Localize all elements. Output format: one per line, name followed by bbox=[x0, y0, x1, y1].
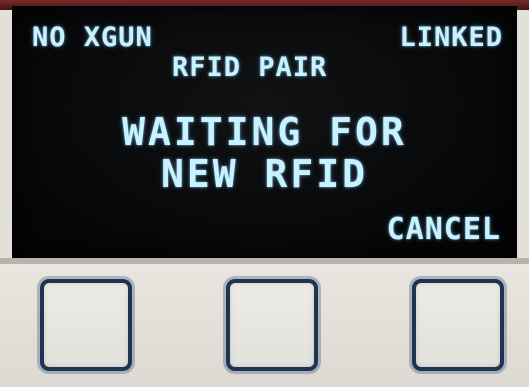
softkey-right-cancel-button[interactable] bbox=[412, 279, 504, 371]
cancel-softkey-label[interactable]: CANCEL bbox=[387, 212, 501, 247]
status-linked: LINKED bbox=[399, 22, 503, 53]
status-xgun: NO XGUN bbox=[32, 22, 153, 53]
keypad bbox=[0, 264, 529, 387]
oled-display: NO XGUN LINKED RFID PAIR WAITING FOR NEW… bbox=[12, 6, 517, 258]
softkey-center-button[interactable] bbox=[226, 279, 318, 371]
message-line-1: WAITING FOR bbox=[122, 110, 407, 154]
mode-title: RFID PAIR bbox=[172, 52, 328, 83]
device-panel: NO XGUN LINKED RFID PAIR WAITING FOR NEW… bbox=[0, 0, 529, 387]
softkey-left-button[interactable] bbox=[40, 279, 132, 371]
message-line-2: NEW RFID bbox=[160, 152, 369, 196]
